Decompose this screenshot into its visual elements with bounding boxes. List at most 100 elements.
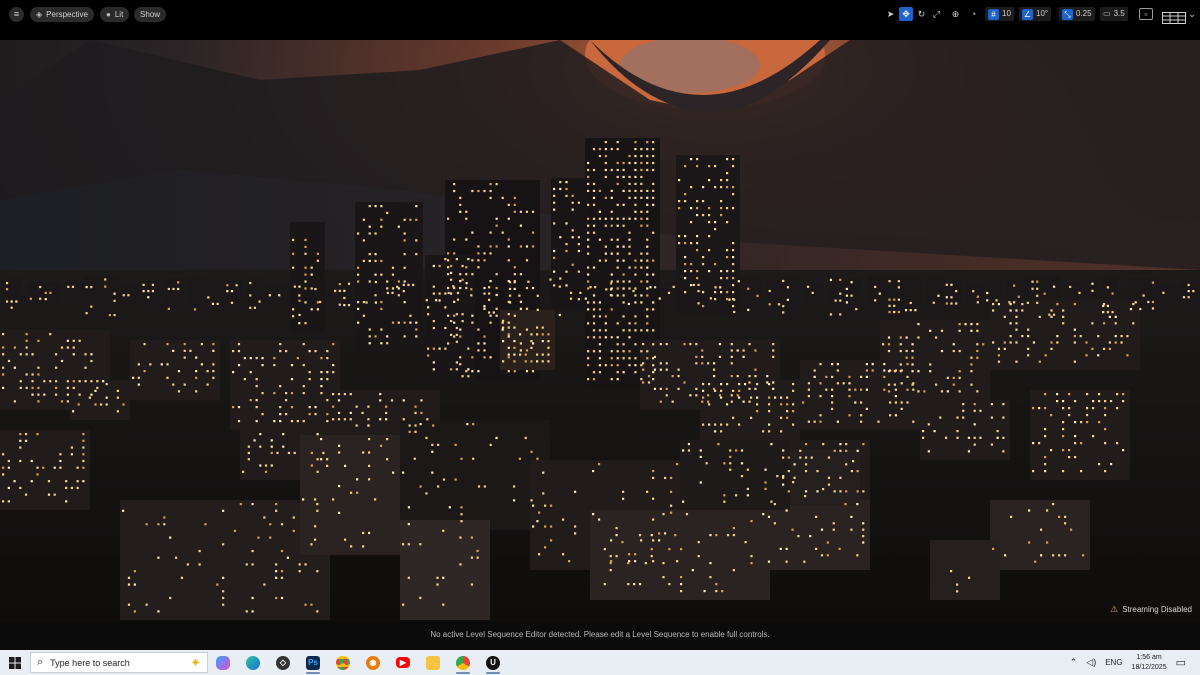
lit-window	[815, 547, 818, 550]
lit-window	[212, 349, 215, 352]
lit-window	[906, 363, 909, 366]
lit-window	[338, 282, 341, 286]
taskbar-app-copilot[interactable]	[208, 650, 238, 675]
lit-window	[261, 364, 264, 367]
lit-window	[723, 500, 726, 503]
surface-snap-icon[interactable]: ◔	[967, 7, 980, 21]
lit-window	[255, 406, 258, 409]
language-indicator[interactable]: ENG	[1105, 658, 1122, 667]
lit-window	[689, 343, 692, 346]
lit-window	[807, 382, 810, 385]
lit-window	[652, 518, 655, 521]
chevron-up-icon[interactable]: ⌃	[1070, 657, 1078, 668]
level-viewport[interactable]: ⚠ Streaming Disabled	[0, 40, 1200, 622]
lit-window	[166, 343, 169, 346]
lit-window	[976, 301, 979, 304]
lit-window	[649, 286, 652, 289]
lit-window	[427, 354, 430, 357]
lit-window	[652, 371, 655, 374]
lit-window	[357, 280, 360, 283]
lit-window	[1026, 301, 1029, 304]
lit-window	[587, 175, 590, 179]
lit-window	[531, 370, 535, 373]
lit-window	[634, 147, 637, 151]
lit-window	[407, 523, 410, 526]
rotate-tool-icon[interactable]: ↻	[915, 7, 928, 21]
lit-button[interactable]: ● Lit	[100, 7, 130, 22]
taskbar-app-youtube[interactable]: ▶	[388, 650, 418, 675]
taskbar-app-unreal-engine[interactable]: U	[478, 650, 508, 675]
taskbar-app-chrome[interactable]	[328, 650, 358, 675]
lit-window	[652, 147, 655, 151]
lit-window	[84, 353, 87, 356]
lit-window	[547, 340, 550, 343]
rotation-snap-toggle[interactable]: ∠ 10°	[1019, 7, 1052, 21]
lit-window	[646, 252, 649, 255]
clock[interactable]: 1:56 am 18/12/2025	[1132, 653, 1167, 673]
lit-window	[507, 321, 510, 324]
taskbar-app-photoshop[interactable]: Ps	[298, 650, 328, 675]
lit-window	[326, 413, 329, 416]
lit-window	[848, 414, 851, 417]
lit-window	[852, 460, 855, 463]
lit-window	[127, 603, 131, 606]
grid-snap-toggle[interactable]: # 10	[985, 7, 1014, 21]
lit-window	[735, 449, 738, 452]
lit-window	[973, 403, 976, 406]
taskbar-app-chrome-profile[interactable]	[448, 650, 478, 675]
lit-window	[1192, 289, 1195, 293]
lit-window	[615, 555, 618, 558]
lit-window	[531, 286, 535, 290]
lit-window	[1046, 509, 1049, 512]
lit-window	[697, 289, 700, 293]
notifications-icon[interactable]: ▭	[1176, 656, 1186, 669]
lit-window	[642, 368, 645, 371]
taskbar-app-unity[interactable]: ◇	[268, 650, 298, 675]
taskbar-app-edge[interactable]	[238, 650, 268, 675]
show-button[interactable]: Show	[134, 7, 167, 22]
maximize-viewport-icon[interactable]: ▫	[1139, 8, 1153, 20]
lit-window	[19, 439, 22, 442]
world-local-icon[interactable]: ⊕	[949, 7, 962, 21]
lit-window	[519, 273, 522, 276]
lit-window	[792, 410, 795, 413]
scale-snap-toggle[interactable]: ⤡ 0.25	[1059, 7, 1095, 21]
lit-window	[640, 294, 643, 297]
lit-window	[338, 511, 341, 514]
lit-window	[909, 309, 912, 312]
camera-speed-button[interactable]: ▭ 3.5	[1100, 7, 1128, 21]
taskbar-app-file-explorer[interactable]	[418, 650, 448, 675]
taskbar-search-input[interactable]: ⌕ Type here to search ✦	[30, 652, 208, 673]
taskbar-app-blender[interactable]: ◉	[358, 650, 388, 675]
translate-tool-icon[interactable]: ✥	[899, 7, 913, 21]
lit-window	[684, 263, 687, 266]
chevron-down-icon[interactable]: ⌄	[1187, 7, 1197, 21]
lit-window	[1036, 287, 1039, 290]
lit-window	[720, 207, 723, 210]
lit-window	[889, 401, 892, 404]
lit-window	[316, 433, 319, 436]
select-tool-icon[interactable]: ➤	[884, 7, 897, 21]
lit-window	[845, 294, 849, 297]
hamburger-icon[interactable]: ≡	[9, 7, 24, 22]
lit-window	[483, 286, 486, 290]
volume-icon[interactable]: ◁)	[1086, 657, 1096, 668]
lit-window	[459, 363, 462, 366]
lit-window	[127, 583, 131, 586]
lit-window	[899, 370, 902, 373]
lit-window	[513, 326, 516, 329]
lit-window	[628, 266, 631, 269]
layout-grid-icon[interactable]	[1161, 12, 1187, 26]
scale-tool-icon[interactable]: ⤢	[930, 7, 943, 21]
lit-window	[845, 443, 848, 446]
lit-window	[386, 458, 389, 461]
windows-start-button[interactable]	[0, 650, 30, 675]
perspective-button[interactable]: ◈ Perspective	[30, 7, 94, 22]
lit-window	[658, 297, 661, 300]
lit-window	[894, 395, 897, 398]
lit-window	[598, 463, 601, 466]
lit-window	[31, 380, 34, 383]
lit-window	[732, 165, 735, 168]
lit-window	[839, 292, 842, 295]
lit-window	[270, 451, 273, 455]
